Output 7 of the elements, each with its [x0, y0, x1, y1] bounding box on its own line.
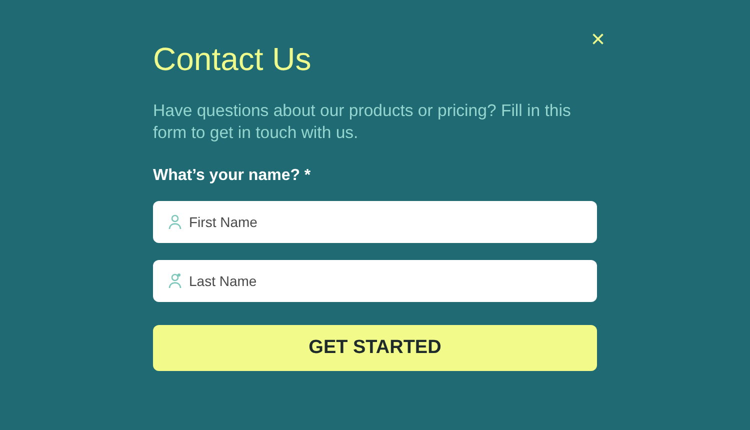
get-started-button[interactable]: GET STARTED [153, 325, 597, 372]
field-label: What’s your name? * [153, 166, 312, 186]
form-description: Have questions about our products or pricing? Fill in this form to get in touch with us. [153, 100, 572, 144]
close-button[interactable]: × [590, 28, 605, 52]
input-field[interactable]: Last Name [153, 260, 597, 302]
form-title: Contact Us [153, 40, 312, 78]
input-field[interactable]: First Name [153, 201, 597, 244]
